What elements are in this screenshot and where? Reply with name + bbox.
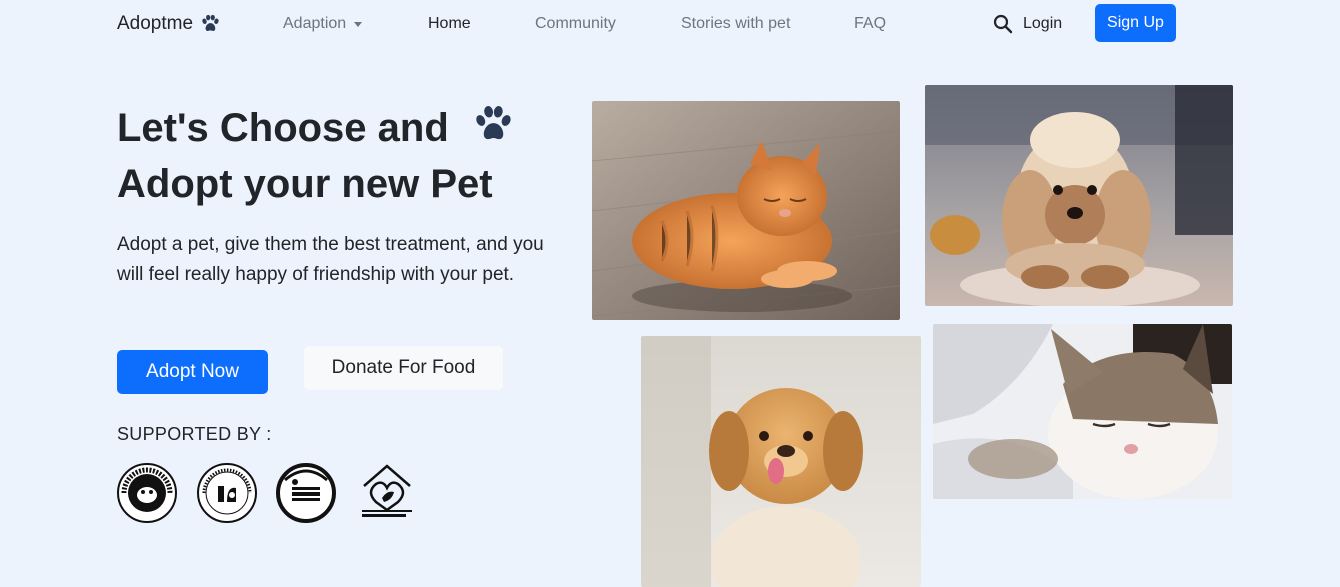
signup-button[interactable]: Sign Up: [1095, 4, 1176, 42]
nav-item-stories[interactable]: Stories with pet: [681, 15, 790, 33]
nav-item-home[interactable]: Home: [428, 15, 471, 33]
hero-title-line2: Adopt your new Pet: [117, 162, 493, 206]
sleeping-cat-photo: [933, 324, 1232, 499]
hero-title: Let's Choose and Adopt your new Pet: [117, 100, 557, 212]
pecinta-kucing-semarang-logo: [276, 463, 336, 523]
hero-description: Adopt a pet, give them the best treatmen…: [117, 234, 544, 285]
nav-item-community[interactable]: Community: [535, 15, 616, 33]
brand-name: Adoptme: [117, 13, 194, 34]
brand-logo[interactable]: Adoptme: [117, 13, 221, 35]
golden-puppy-photo: [641, 336, 921, 587]
search-icon[interactable]: [993, 14, 1013, 34]
login-link[interactable]: Login: [1023, 15, 1062, 33]
nav-item-adaption[interactable]: Adaption: [283, 15, 363, 33]
animal-defenders-logo: [117, 463, 177, 523]
orange-cat-photo: [592, 101, 900, 320]
supported-by-label: SUPPORTED BY :: [117, 424, 272, 444]
hero-title-line1: Let's Choose and: [117, 106, 449, 150]
navbar: Adoptme Adaption Home Community Stories …: [0, 0, 1340, 48]
paw-icon: [202, 14, 219, 32]
komunitas-pecinta-kucing-logo: [197, 463, 257, 523]
nav-item-label: Adaption: [283, 15, 347, 32]
adopt-now-button[interactable]: Adopt Now: [117, 350, 268, 394]
gresik-animal-care-logo: [362, 464, 412, 517]
curly-dog-photo: [925, 85, 1233, 306]
donate-for-food-button[interactable]: Donate For Food: [304, 346, 503, 390]
paw-icon: [476, 106, 511, 140]
nav-item-faq[interactable]: FAQ: [854, 15, 886, 33]
chevron-down-icon: [354, 21, 363, 27]
